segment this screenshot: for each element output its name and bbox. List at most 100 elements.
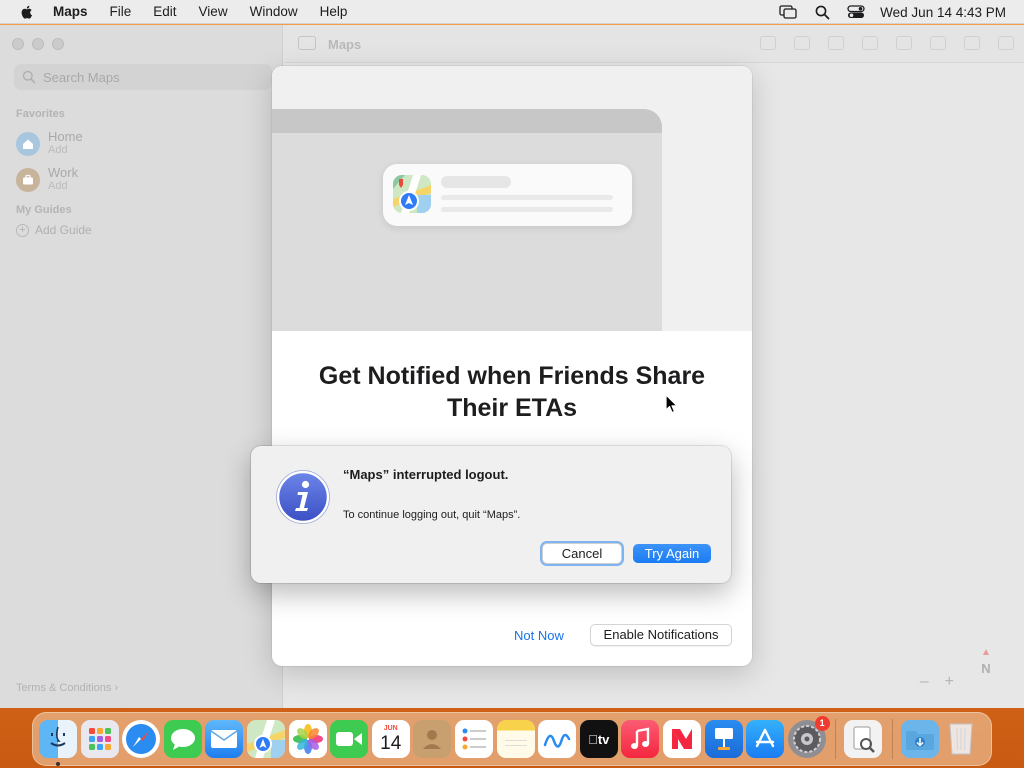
news-icon	[671, 729, 692, 749]
share-icon[interactable]	[964, 36, 980, 50]
maps-app-icon	[393, 175, 431, 213]
try-again-button[interactable]: Try Again	[633, 544, 711, 563]
dock-reminders[interactable]	[454, 720, 493, 758]
zoom-out-button[interactable]: –	[920, 673, 929, 691]
menu-help[interactable]: Help	[320, 4, 348, 19]
menu-window[interactable]: Window	[250, 4, 298, 19]
alert-message: To continue logging out, quit “Maps”.	[343, 509, 521, 521]
directions-icon[interactable]	[862, 36, 878, 50]
favorite-home[interactable]: Home Add	[16, 130, 83, 157]
menu-view[interactable]: View	[199, 4, 228, 19]
music-note-icon	[631, 727, 650, 749]
dock-maps[interactable]	[246, 720, 285, 758]
apple-menu-icon[interactable]	[19, 4, 35, 20]
maps-toolbar: Maps	[284, 25, 1024, 63]
window-controls	[12, 38, 64, 50]
device-top-bar	[272, 109, 662, 133]
dock-finder[interactable]	[39, 720, 77, 766]
compass-needle-icon	[983, 649, 989, 655]
dock-safari[interactable]	[122, 720, 161, 758]
preview-icon	[853, 726, 876, 753]
terms-link[interactable]: Terms & Conditions ›	[16, 682, 118, 694]
screen-mirroring-icon[interactable]	[778, 4, 798, 20]
menu-edit[interactable]: Edit	[153, 4, 176, 19]
safari-compass-icon	[126, 724, 157, 754]
map-mode-icon[interactable]	[794, 36, 810, 50]
dock-messages[interactable]	[163, 720, 202, 758]
notification-line-placeholder	[441, 195, 613, 200]
close-window-button[interactable]	[12, 38, 24, 50]
compass[interactable]: N	[964, 647, 1008, 691]
info-icon	[276, 470, 330, 524]
menu-file[interactable]: File	[110, 4, 132, 19]
dock-separator	[891, 719, 893, 759]
zoom-icon[interactable]	[896, 36, 912, 50]
notification-illustration	[272, 66, 752, 331]
settings-badge: 1	[814, 716, 830, 731]
dock-mail[interactable]	[205, 720, 244, 758]
envelope-icon	[210, 730, 238, 748]
dock-trash[interactable]	[942, 720, 980, 758]
trash-icon	[949, 723, 974, 755]
notification-title-placeholder	[441, 176, 511, 188]
compass-label: N	[981, 661, 991, 676]
dock-news[interactable]	[662, 720, 701, 758]
dock-calendar[interactable]: JUN 14	[371, 720, 410, 758]
favorite-home-name: Home	[48, 129, 83, 144]
favorite-home-sub: Add	[48, 144, 68, 156]
sidebar-toggle-icon[interactable]	[298, 36, 316, 50]
search-icon	[22, 70, 36, 84]
menu-clock[interactable]: Wed Jun 14 4:43 PM	[880, 5, 1006, 20]
window-title: Maps	[328, 37, 362, 52]
spotlight-search-icon[interactable]	[812, 4, 832, 20]
freeform-scribble-icon	[543, 733, 571, 748]
zoom-in-button[interactable]: +	[945, 673, 954, 691]
dock-music[interactable]	[621, 720, 660, 758]
minimize-window-button[interactable]	[32, 38, 44, 50]
notes-lines-icon	[504, 740, 527, 746]
dock-contacts[interactable]	[413, 720, 452, 758]
look-around-icon[interactable]	[828, 36, 844, 50]
add-icon[interactable]	[930, 36, 946, 50]
calendar-month: JUN	[383, 724, 398, 732]
dock-system-settings[interactable]: 1	[787, 716, 830, 758]
dock-notes[interactable]	[496, 720, 535, 758]
calendar-day: 14	[380, 732, 402, 754]
dock-downloads-folder[interactable]	[900, 720, 939, 758]
control-center-icon[interactable]	[846, 4, 866, 20]
dock-keynote[interactable]	[704, 720, 743, 758]
running-indicator	[56, 762, 60, 766]
cancel-button[interactable]: Cancel	[542, 543, 622, 564]
launchpad-icon	[88, 728, 111, 750]
my-guides-header: My Guides	[16, 204, 72, 216]
video-camera-icon	[336, 732, 363, 746]
search-field[interactable]: Search Maps	[14, 64, 272, 90]
dock-freeform[interactable]	[538, 720, 577, 758]
dock-app-store[interactable]	[746, 720, 785, 758]
dock-tv[interactable]: tv	[579, 720, 618, 758]
contacts-person-icon	[423, 730, 442, 749]
dock-photos[interactable]	[288, 720, 327, 758]
notification-line-placeholder	[441, 207, 613, 212]
zoom-controls: – +	[920, 673, 954, 691]
add-guide-button[interactable]: + Add Guide	[16, 223, 92, 237]
sheet-title-line-1: Get Notified when Friends Share	[318, 362, 706, 390]
zoom-window-button[interactable]	[52, 38, 64, 50]
account-icon[interactable]	[998, 36, 1014, 50]
favorite-work-name: Work	[48, 165, 79, 180]
enable-notifications-button[interactable]: Enable Notifications	[590, 624, 732, 646]
favorite-work[interactable]: Work Add	[16, 166, 78, 193]
maps-icon	[246, 720, 285, 758]
location-icon[interactable]	[760, 36, 776, 50]
dock-launchpad[interactable]	[80, 720, 119, 758]
menu-app-name[interactable]: Maps	[53, 4, 88, 19]
app-store-icon	[755, 728, 775, 748]
tv-label: tv	[592, 731, 610, 747]
terms-label: Terms & Conditions	[16, 682, 112, 694]
reminders-list-icon	[462, 728, 486, 750]
not-now-button[interactable]: Not Now	[514, 628, 564, 643]
favorites-header: Favorites	[16, 108, 65, 120]
mouse-cursor-icon	[665, 394, 678, 414]
dock-preview[interactable]	[844, 720, 883, 758]
dock-facetime[interactable]	[330, 720, 369, 758]
